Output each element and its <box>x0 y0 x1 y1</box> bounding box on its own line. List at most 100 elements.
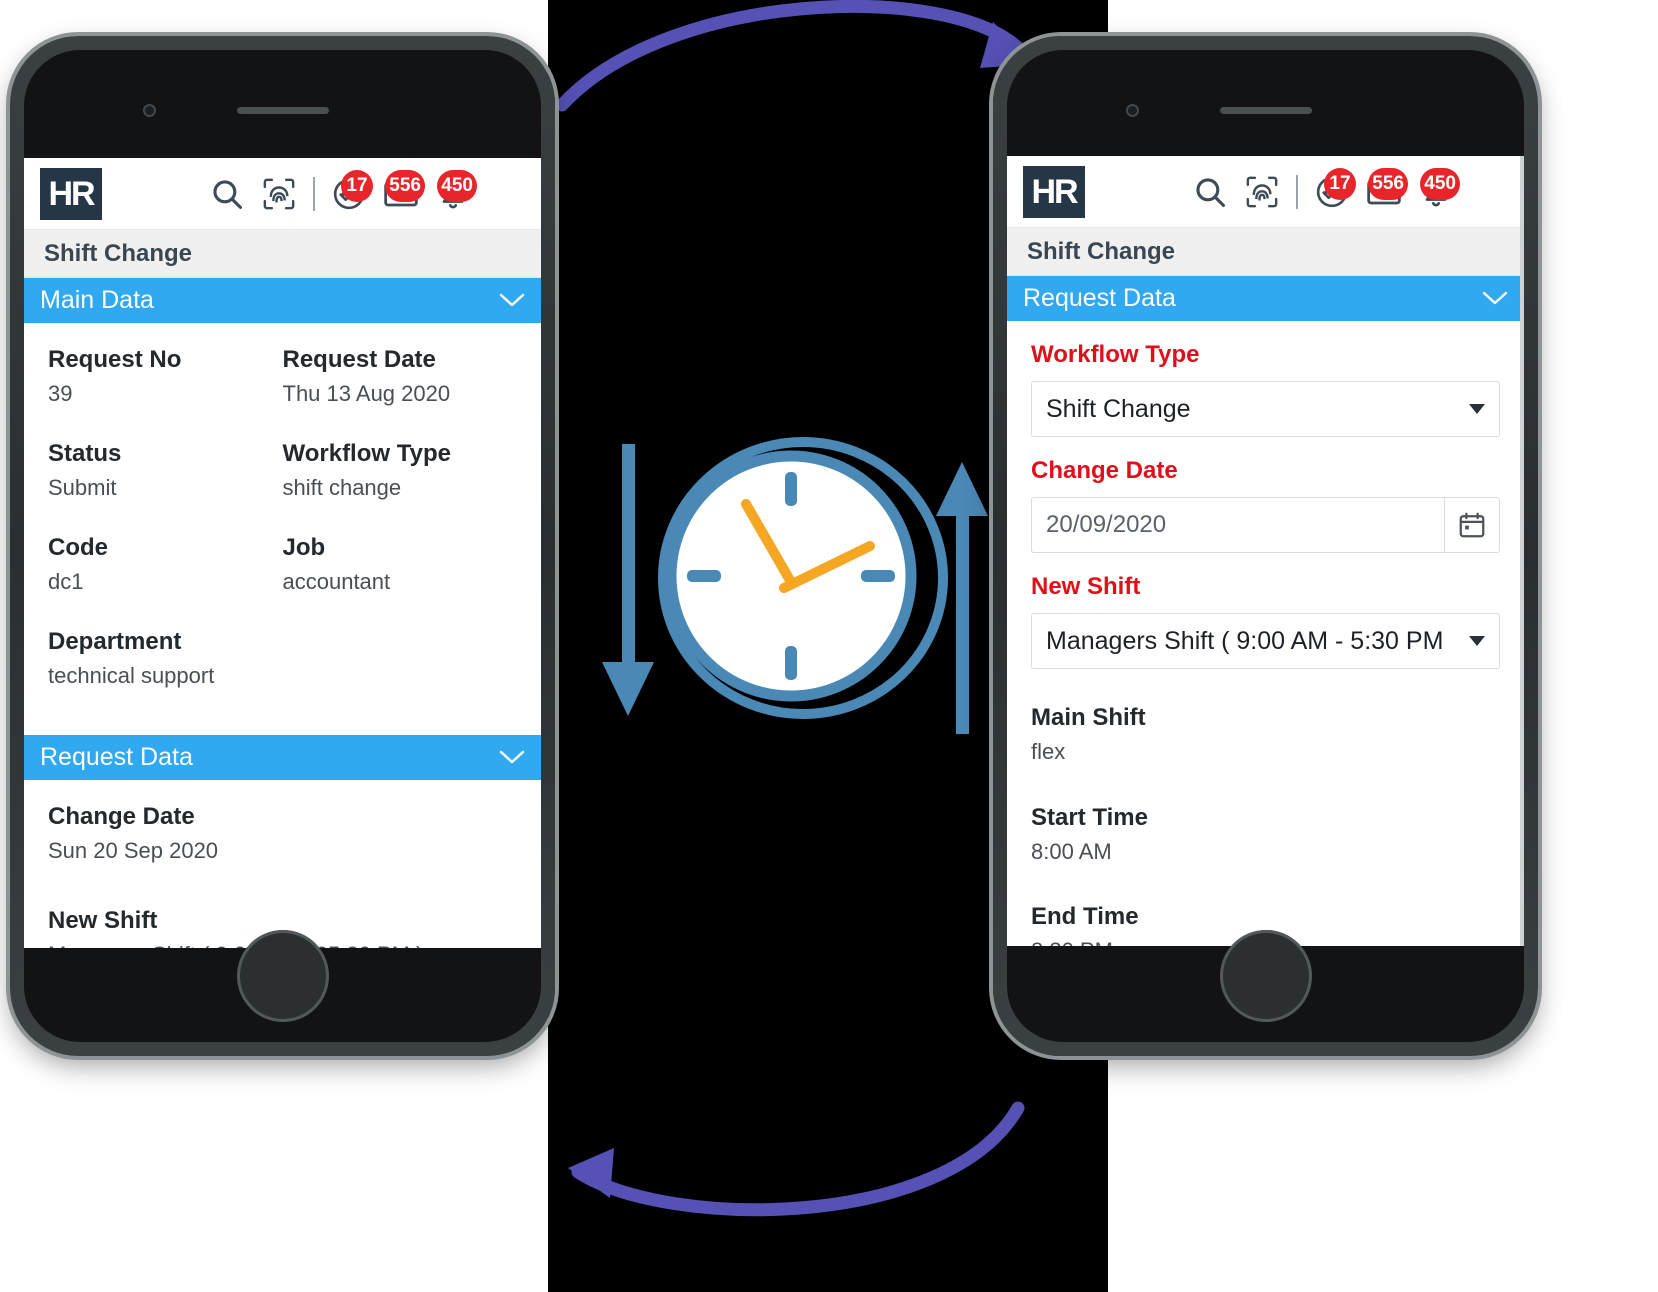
field-label: Request Date <box>282 346 436 373</box>
bell-icon[interactable]: 450 <box>433 169 477 214</box>
mail-badge: 556 <box>385 169 425 202</box>
field-workflow-type: Workflow Type shift change <box>283 417 518 511</box>
field-job: Job accountant <box>283 511 518 605</box>
field-value: flex <box>1031 739 1066 764</box>
fingerprint-icon[interactable] <box>259 174 299 214</box>
section-title: Request Data <box>1023 284 1176 312</box>
curved-arrow-left-icon <box>568 1101 1025 1217</box>
field-value: dc1 <box>48 569 84 594</box>
field-label: Main Shift <box>1031 704 1146 731</box>
main-data-content: Request No 39 Request Date Thu 13 Aug 20… <box>24 323 541 699</box>
left-phone-screen: HR 17 556 450 Shift Change Main Data Req… <box>24 158 541 948</box>
field-start-time: Start Time 8:00 AM <box>1031 767 1500 867</box>
left-phone-device: HR 17 556 450 Shift Change Main Data Req… <box>10 36 555 1056</box>
chevron-down-icon[interactable] <box>499 286 525 315</box>
hr-logo[interactable]: HR <box>1023 165 1085 218</box>
fingerprint-icon[interactable] <box>1242 172 1282 212</box>
search-icon[interactable] <box>1190 172 1230 212</box>
field-value: accountant <box>282 569 391 594</box>
field-label: Department <box>48 628 182 655</box>
bell-icon[interactable]: 450 <box>1416 167 1460 212</box>
mail-icon[interactable]: 556 <box>1364 167 1408 212</box>
right-phone-device: HR 17 556 450 Shift Change Request Data … <box>993 36 1538 1056</box>
change-date-value: 20/09/2020 <box>1046 511 1167 538</box>
new-shift-label: New Shift <box>1031 573 1141 600</box>
page-title: Shift Change <box>1007 228 1524 276</box>
earpiece-speaker <box>236 107 329 114</box>
section-header-main-data[interactable]: Main Data <box>24 278 541 323</box>
change-date-label: Change Date <box>1031 457 1178 484</box>
field-label: Request No <box>48 346 182 373</box>
section-title: Request Data <box>40 743 193 771</box>
workflow-type-label: Workflow Type <box>1031 341 1200 368</box>
app-header: HR 17 556 450 <box>24 158 541 230</box>
search-icon[interactable] <box>207 174 247 214</box>
field-label: Code <box>48 534 108 561</box>
task-check-icon[interactable]: 17 <box>329 169 373 214</box>
field-value: Submit <box>48 475 117 500</box>
field-status: Status Submit <box>48 417 283 511</box>
home-button[interactable] <box>1219 930 1312 1022</box>
task-check-icon[interactable]: 17 <box>1312 167 1356 212</box>
earpiece-speaker <box>1219 107 1312 114</box>
workflow-type-value: Shift Change <box>1046 394 1191 423</box>
chevron-down-icon[interactable] <box>499 743 525 772</box>
row-department: Department technical support <box>48 605 517 699</box>
field-department: Department technical support <box>48 605 283 699</box>
header-divider <box>1296 174 1298 209</box>
section-header-request-data[interactable]: Request Data <box>24 735 541 780</box>
field-request-no: Request No 39 <box>48 323 283 417</box>
field-label: End Time <box>1031 903 1139 931</box>
hamburger-menu-icon[interactable] <box>485 174 527 214</box>
header-icon-group: 17 556 450 <box>207 169 527 214</box>
screenshot-root: HR 17 556 450 Shift Change Main Data Req… <box>0 0 1658 1292</box>
header-icon-group: 17 556 450 <box>1190 167 1510 212</box>
new-shift-value: Managers Shift ( 9:00 AM - 5:30 PM <box>1046 626 1444 655</box>
chevron-down-icon <box>1469 404 1485 414</box>
field-value: Thu 13 Aug 2020 <box>282 381 451 406</box>
section-title: Main Data <box>40 286 154 314</box>
page-title: Shift Change <box>24 230 541 278</box>
chevron-down-icon[interactable] <box>1482 284 1508 313</box>
field-label: Change Date <box>48 803 195 830</box>
right-phone-screen: HR 17 556 450 Shift Change Request Data … <box>1007 156 1524 946</box>
mail-icon[interactable]: 556 <box>381 169 425 214</box>
field-label: Job <box>282 534 326 561</box>
front-camera <box>142 104 156 117</box>
row-status: Status Submit Workflow Type shift change <box>48 417 517 511</box>
home-button[interactable] <box>236 930 329 1022</box>
app-header: HR 17 556 450 <box>1007 156 1524 228</box>
field-value: technical support <box>48 663 215 688</box>
field-label: Status <box>48 440 122 467</box>
right-phone-body: HR 17 556 450 Shift Change Request Data … <box>1007 50 1524 1042</box>
field-request-date: Request Date Thu 13 Aug 2020 <box>283 323 518 417</box>
field-main-shift: Main Shift flex <box>1031 669 1500 767</box>
row-department-spacer <box>283 605 518 699</box>
task-badge: 17 <box>341 169 373 202</box>
field-value: Sun 20 Sep 2020 <box>48 838 219 863</box>
new-shift-select[interactable]: Managers Shift ( 9:00 AM - 5:30 PM <box>1031 613 1500 669</box>
workflow-type-select[interactable]: Shift Change <box>1031 381 1500 437</box>
field-value: 8:00 AM <box>1031 838 1112 864</box>
section-header-request-data[interactable]: Request Data <box>1007 276 1524 321</box>
hr-logo[interactable]: HR <box>40 167 102 220</box>
request-form: Workflow Type Shift Change Change Date 2… <box>1007 341 1524 946</box>
calendar-icon[interactable] <box>1444 497 1500 553</box>
field-change-date: Change Date Sun 20 Sep 2020 <box>48 780 517 866</box>
row-code: Code dc1 Job accountant <box>48 511 517 605</box>
left-phone-body: HR 17 556 450 Shift Change Main Data Req… <box>24 50 541 1042</box>
clock-icon <box>658 437 948 719</box>
field-code: Code dc1 <box>48 511 283 605</box>
mail-badge: 556 <box>1368 167 1408 200</box>
change-date-input[interactable]: 20/09/2020 <box>1031 497 1444 553</box>
hamburger-menu-icon[interactable] <box>1468 172 1510 212</box>
front-camera <box>1125 104 1139 117</box>
chevron-down-icon <box>1469 636 1485 646</box>
vertical-scrollbar[interactable] <box>1520 156 1524 946</box>
header-divider <box>313 176 315 211</box>
field-value: 39 <box>48 381 73 406</box>
row-request: Request No 39 Request Date Thu 13 Aug 20… <box>48 323 517 417</box>
bell-badge: 450 <box>437 169 477 202</box>
field-value: shift change <box>282 475 402 500</box>
bell-badge: 450 <box>1420 167 1460 200</box>
